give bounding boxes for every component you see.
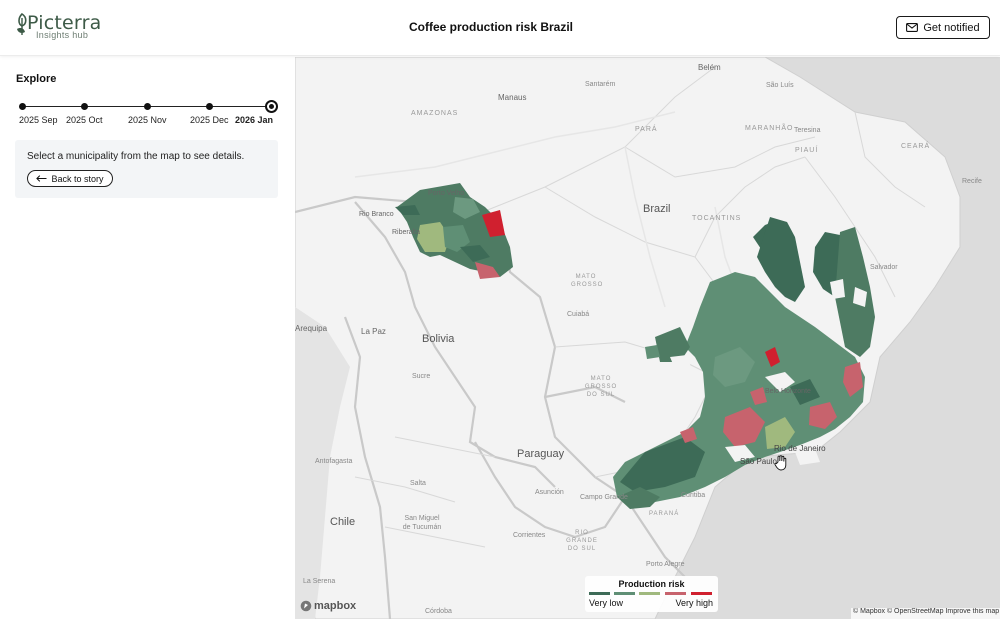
map-label-asuncion: Asunción — [535, 489, 564, 496]
map-label-chile: Chile — [330, 516, 356, 528]
map-label-mato-grosso: MATO GROSSO — [571, 274, 604, 288]
map-label-tocantins: TOCANTINS — [692, 215, 742, 222]
legend-swatch-3 — [639, 592, 660, 595]
get-notified-button[interactable]: Get notified — [896, 16, 990, 39]
map-label-porto-alegre: Porto Alegre — [646, 561, 685, 568]
mapbox-logo[interactable]: mapbox — [300, 600, 356, 612]
timeline-dot-2025-dec[interactable] — [206, 103, 213, 110]
map-label-curitiba: Curitiba — [681, 492, 706, 499]
map-label-cuiaba: Cuiabá — [567, 311, 590, 318]
map-label-sao-paulo: São Paulo — [740, 457, 777, 466]
map-label-parana: PARANÁ — [649, 511, 680, 517]
map-label-teresina: Teresina — [794, 127, 821, 134]
map-label-salvador: Salvador — [870, 264, 898, 271]
timeline-dot-2025-nov[interactable] — [144, 103, 151, 110]
page-title: Coffee production risk Brazil — [408, 20, 574, 34]
map-label-cordoba: Córdoba — [425, 608, 452, 615]
map-label-brazil: Brazil — [643, 203, 671, 215]
map-label-corrientes: Corrientes — [513, 532, 546, 539]
back-to-story-button[interactable]: Back to story — [27, 170, 113, 187]
legend-low-label: Very low — [589, 598, 624, 608]
map-label-sao-luis: São Luís — [766, 82, 794, 89]
timeline-dot-2025-sep[interactable] — [19, 103, 26, 110]
hand-cursor-icon — [774, 455, 787, 471]
map-label-manaus: Manaus — [498, 93, 527, 102]
map-label-recife: Recife — [962, 178, 982, 185]
map-canvas[interactable]: Belém Manaus Santarém São Luís AMAZONAS … — [295, 57, 1000, 619]
explore-title: Explore — [16, 73, 57, 85]
municipality-info-box: Select a municipality from the map to se… — [15, 140, 278, 198]
map-label-belem: Belém — [698, 63, 721, 72]
map-label-salta: Salta — [410, 480, 426, 487]
map-label-sucre: Sucre — [412, 373, 431, 380]
timeline-label-2025-dec[interactable]: 2025 Dec — [190, 115, 229, 125]
mapbox-icon — [300, 600, 312, 612]
map-label-campo-grande: Campo Grande — [580, 494, 628, 501]
top-header: Picterra Insights hub Coffee production … — [0, 0, 1000, 56]
municipality-hint: Select a municipality from the map to se… — [27, 151, 245, 162]
legend-high-label: Very high — [675, 598, 713, 608]
map-label-rio-branco: Rio Branco — [359, 211, 394, 218]
map-label-san-miguel: San Miguel de Tucumán — [402, 515, 442, 531]
timeline-label-2025-nov[interactable]: 2025 Nov — [128, 115, 167, 125]
map-label-paraguay: Paraguay — [517, 448, 565, 460]
map-label-santarem: Santarém — [585, 81, 616, 88]
arrow-left-icon — [36, 175, 47, 182]
map-label-rio-de-janeiro: Rio de Janeiro — [774, 444, 826, 453]
map-label-la-paz: La Paz — [361, 327, 386, 336]
map-label-arequipa: Arequipa — [295, 324, 328, 333]
map-label-piaui: PIAUÍ — [795, 147, 819, 154]
production-risk-legend: Production risk Very low Very high — [585, 576, 718, 612]
timeline-dot-2026-jan[interactable] — [265, 100, 278, 113]
map-label-rio-grande-do-sul: RIO GRANDE DO SUL — [566, 530, 598, 552]
explore-sidebar: Explore 2025 Sep 2025 Oct 2025 Nov 2025 … — [0, 57, 295, 619]
timeline-label-2025-oct[interactable]: 2025 Oct — [66, 115, 103, 125]
legend-title: Production risk — [618, 579, 685, 589]
map-label-la-serena: La Serena — [303, 578, 336, 585]
map-label-maranhao: MARANHÃO — [745, 125, 794, 132]
map-label-para: PARÁ — [635, 126, 658, 133]
legend-swatch-4 — [665, 592, 686, 595]
map-label-belo-horizonte: Belo Horizonte — [765, 388, 811, 395]
legend-swatch-5 — [691, 592, 712, 595]
back-to-story-label: Back to story — [51, 173, 104, 184]
map-label-porto-velho: Porto Velho — [428, 190, 465, 197]
legend-swatch-2 — [614, 592, 635, 595]
get-notified-label: Get notified — [923, 21, 980, 34]
map-label-ceara: CEARÁ — [901, 143, 931, 150]
map-label-mato-grosso-do-sul: MATO GROSSO DO SUL — [584, 376, 618, 398]
timeline-label-2026-jan[interactable]: 2026 Jan — [235, 115, 273, 125]
map-label-antofagasta: Antofagasta — [315, 458, 353, 465]
map-base-layer — [295, 57, 1000, 619]
envelope-icon — [906, 23, 919, 32]
legend-swatch-1 — [589, 592, 610, 595]
timeline-dot-2025-oct[interactable] — [81, 103, 88, 110]
timeline-label-2025-sep[interactable]: 2025 Sep — [19, 115, 58, 125]
map-label-riberalta: Riberalta — [392, 229, 421, 236]
map-label-amazonas: AMAZONAS — [411, 110, 459, 117]
map-attribution[interactable]: © Mapbox © OpenStreetMap Improve this ma… — [851, 608, 1000, 619]
mapbox-logo-text: mapbox — [314, 600, 357, 612]
map-label-bolivia: Bolivia — [422, 333, 455, 345]
